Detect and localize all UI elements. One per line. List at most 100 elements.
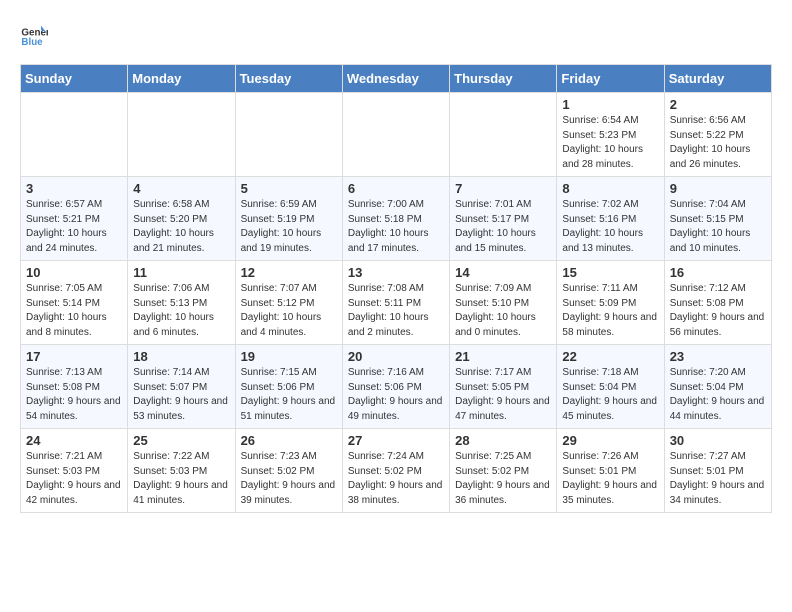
- logo: General Blue: [20, 20, 48, 48]
- day-number: 4: [133, 181, 229, 196]
- calendar-week-3: 10 Sunrise: 7:05 AM Sunset: 5:14 PM Dayli…: [21, 261, 772, 345]
- calendar-cell: 15 Sunrise: 7:11 AM Sunset: 5:09 PM Dayli…: [557, 261, 664, 345]
- day-info: Sunrise: 7:20 AM Sunset: 5:04 PM Dayligh…: [670, 366, 766, 424]
- calendar-cell: 11Sunrise: 7:06 AM Sunset: 5:13 PM Dayli…: [128, 261, 235, 345]
- calendar-cell: 14 Sunrise: 7:09 AM Sunset: 5:10 PM Dayli…: [450, 261, 557, 345]
- day-number: 26: [241, 433, 337, 448]
- day-number: 8: [562, 181, 658, 196]
- day-info: Sunrise: 6:56 AM Sunset: 5:22 PM Dayligh…: [670, 114, 766, 172]
- calendar-table: SundayMondayTuesdayWednesdayThursdayFrid…: [20, 64, 772, 513]
- day-number: 14: [455, 265, 551, 280]
- day-info: Sunrise: 7:27 AM Sunset: 5:01 PM Dayligh…: [670, 450, 766, 508]
- day-info: Sunrise: 7:15 AM Sunset: 5:06 PM Dayligh…: [241, 366, 337, 424]
- calendar-cell: 18 Sunrise: 7:14 AM Sunset: 5:07 PM Dayli…: [128, 345, 235, 429]
- day-info: Sunrise: 6:59 AM Sunset: 5:19 PM Dayligh…: [241, 198, 337, 256]
- calendar-cell: [235, 93, 342, 177]
- day-info: Sunrise: 7:01 AM Sunset: 5:17 PM Dayligh…: [455, 198, 551, 256]
- day-number: 17: [26, 349, 122, 364]
- calendar-cell: 20 Sunrise: 7:16 AM Sunset: 5:06 PM Dayli…: [342, 345, 449, 429]
- day-number: 11: [133, 265, 229, 280]
- calendar-cell: 1 Sunrise: 6:54 AM Sunset: 5:23 PM Daylig…: [557, 93, 664, 177]
- calendar-cell: 2 Sunrise: 6:56 AM Sunset: 5:22 PM Daylig…: [664, 93, 771, 177]
- day-number: 18: [133, 349, 229, 364]
- calendar-cell: 19Sunrise: 7:15 AM Sunset: 5:06 PM Dayli…: [235, 345, 342, 429]
- weekday-header-sunday: Sunday: [21, 65, 128, 93]
- day-number: 15: [562, 265, 658, 280]
- day-number: 10: [26, 265, 122, 280]
- day-number: 3: [26, 181, 122, 196]
- day-number: 21: [455, 349, 551, 364]
- day-number: 9: [670, 181, 766, 196]
- weekday-header-row: SundayMondayTuesdayWednesdayThursdayFrid…: [21, 65, 772, 93]
- day-number: 5: [241, 181, 337, 196]
- logo-icon: General Blue: [20, 20, 48, 48]
- calendar-cell: 5 Sunrise: 6:59 AM Sunset: 5:19 PM Daylig…: [235, 177, 342, 261]
- day-number: 25: [133, 433, 229, 448]
- day-info: Sunrise: 7:17 AM Sunset: 5:05 PM Dayligh…: [455, 366, 551, 424]
- calendar-cell: 30 Sunrise: 7:27 AM Sunset: 5:01 PM Dayli…: [664, 429, 771, 513]
- weekday-header-monday: Monday: [128, 65, 235, 93]
- day-info: Sunrise: 7:14 AM Sunset: 5:07 PM Dayligh…: [133, 366, 229, 424]
- day-number: 7: [455, 181, 551, 196]
- calendar-cell: 24 Sunrise: 7:21 AM Sunset: 5:03 PM Dayli…: [21, 429, 128, 513]
- day-info: Sunrise: 7:11 AM Sunset: 5:09 PM Dayligh…: [562, 282, 658, 340]
- calendar-cell: 22 Sunrise: 7:18 AM Sunset: 5:04 PM Dayli…: [557, 345, 664, 429]
- day-number: 22: [562, 349, 658, 364]
- day-number: 6: [348, 181, 444, 196]
- weekday-header-tuesday: Tuesday: [235, 65, 342, 93]
- calendar-cell: 7 Sunrise: 7:01 AM Sunset: 5:17 PM Daylig…: [450, 177, 557, 261]
- calendar-cell: 28Sunrise: 7:25 AM Sunset: 5:02 PM Dayli…: [450, 429, 557, 513]
- calendar-cell: 9 Sunrise: 7:04 AM Sunset: 5:15 PM Daylig…: [664, 177, 771, 261]
- day-info: Sunrise: 6:57 AM Sunset: 5:21 PM Dayligh…: [26, 198, 122, 256]
- day-number: 20: [348, 349, 444, 364]
- day-info: Sunrise: 7:04 AM Sunset: 5:15 PM Dayligh…: [670, 198, 766, 256]
- day-info: Sunrise: 7:02 AM Sunset: 5:16 PM Dayligh…: [562, 198, 658, 256]
- day-number: 28: [455, 433, 551, 448]
- day-info: Sunrise: 7:05 AM Sunset: 5:14 PM Dayligh…: [26, 282, 122, 340]
- day-info: Sunrise: 7:09 AM Sunset: 5:10 PM Dayligh…: [455, 282, 551, 340]
- day-info: Sunrise: 7:26 AM Sunset: 5:01 PM Dayligh…: [562, 450, 658, 508]
- calendar-cell: 12Sunrise: 7:07 AM Sunset: 5:12 PM Dayli…: [235, 261, 342, 345]
- day-info: Sunrise: 7:23 AM Sunset: 5:02 PM Dayligh…: [241, 450, 337, 508]
- calendar-cell: 10 Sunrise: 7:05 AM Sunset: 5:14 PM Dayli…: [21, 261, 128, 345]
- day-number: 30: [670, 433, 766, 448]
- weekday-header-saturday: Saturday: [664, 65, 771, 93]
- weekday-header-friday: Friday: [557, 65, 664, 93]
- day-number: 16: [670, 265, 766, 280]
- day-number: 2: [670, 97, 766, 112]
- calendar-cell: 8 Sunrise: 7:02 AM Sunset: 5:16 PM Daylig…: [557, 177, 664, 261]
- day-number: 1: [562, 97, 658, 112]
- calendar-body: 1 Sunrise: 6:54 AM Sunset: 5:23 PM Daylig…: [21, 93, 772, 513]
- day-info: Sunrise: 7:22 AM Sunset: 5:03 PM Dayligh…: [133, 450, 229, 508]
- day-number: 29: [562, 433, 658, 448]
- day-info: Sunrise: 7:16 AM Sunset: 5:06 PM Dayligh…: [348, 366, 444, 424]
- day-info: Sunrise: 7:21 AM Sunset: 5:03 PM Dayligh…: [26, 450, 122, 508]
- day-info: Sunrise: 7:00 AM Sunset: 5:18 PM Dayligh…: [348, 198, 444, 256]
- calendar-week-5: 24 Sunrise: 7:21 AM Sunset: 5:03 PM Dayli…: [21, 429, 772, 513]
- calendar-cell: [128, 93, 235, 177]
- calendar-week-1: 1 Sunrise: 6:54 AM Sunset: 5:23 PM Daylig…: [21, 93, 772, 177]
- calendar-cell: 27Sunrise: 7:24 AM Sunset: 5:02 PM Dayli…: [342, 429, 449, 513]
- page-header: General Blue: [20, 20, 772, 48]
- calendar-cell: 21 Sunrise: 7:17 AM Sunset: 5:05 PM Dayli…: [450, 345, 557, 429]
- day-info: Sunrise: 6:54 AM Sunset: 5:23 PM Dayligh…: [562, 114, 658, 172]
- calendar-cell: 3 Sunrise: 6:57 AM Sunset: 5:21 PM Daylig…: [21, 177, 128, 261]
- day-info: Sunrise: 6:58 AM Sunset: 5:20 PM Dayligh…: [133, 198, 229, 256]
- day-info: Sunrise: 7:18 AM Sunset: 5:04 PM Dayligh…: [562, 366, 658, 424]
- day-info: Sunrise: 7:08 AM Sunset: 5:11 PM Dayligh…: [348, 282, 444, 340]
- day-info: Sunrise: 7:12 AM Sunset: 5:08 PM Dayligh…: [670, 282, 766, 340]
- day-info: Sunrise: 7:24 AM Sunset: 5:02 PM Dayligh…: [348, 450, 444, 508]
- calendar-cell: [450, 93, 557, 177]
- calendar-cell: 4 Sunrise: 6:58 AM Sunset: 5:20 PM Daylig…: [128, 177, 235, 261]
- calendar-cell: 29 Sunrise: 7:26 AM Sunset: 5:01 PM Dayli…: [557, 429, 664, 513]
- day-number: 13: [348, 265, 444, 280]
- weekday-header-wednesday: Wednesday: [342, 65, 449, 93]
- calendar-week-4: 17Sunrise: 7:13 AM Sunset: 5:08 PM Dayli…: [21, 345, 772, 429]
- calendar-cell: 6 Sunrise: 7:00 AM Sunset: 5:18 PM Daylig…: [342, 177, 449, 261]
- calendar-cell: 17Sunrise: 7:13 AM Sunset: 5:08 PM Dayli…: [21, 345, 128, 429]
- day-number: 24: [26, 433, 122, 448]
- calendar-cell: [342, 93, 449, 177]
- weekday-header-thursday: Thursday: [450, 65, 557, 93]
- calendar-cell: 26 Sunrise: 7:23 AM Sunset: 5:02 PM Dayli…: [235, 429, 342, 513]
- calendar-week-2: 3 Sunrise: 6:57 AM Sunset: 5:21 PM Daylig…: [21, 177, 772, 261]
